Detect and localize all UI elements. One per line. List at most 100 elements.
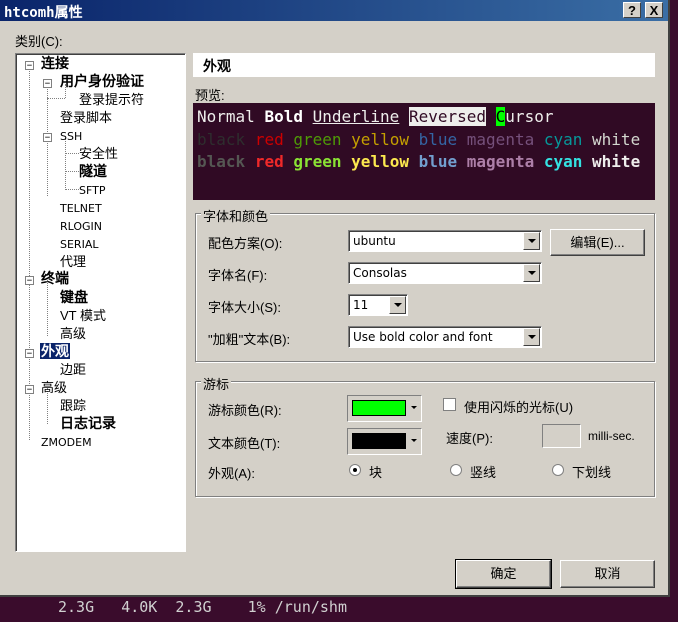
tree-item-proxy[interactable]: 代理 — [60, 253, 86, 270]
size-label: 字体大小(S): — [208, 300, 281, 315]
background-terminal-text: 2.3G 4.0K 2.3G 1% /run/shm — [58, 598, 347, 616]
tree-item-keyboard[interactable]: 键盘 — [60, 289, 88, 306]
chevron-down-icon[interactable] — [523, 328, 540, 346]
tree-line — [65, 171, 79, 172]
page-title: 外观 — [203, 58, 231, 74]
collapse-icon[interactable]: − — [43, 79, 52, 89]
tree-item-advanced[interactable]: 高级 — [41, 379, 67, 396]
category-tree[interactable]: − 连接 − 用户身份验证 登录提示符 登录脚本 − SSH 安全性 隧道 SF… — [15, 53, 186, 552]
tree-item-connection[interactable]: 连接 — [41, 55, 69, 72]
preview-color-green: green — [293, 130, 342, 149]
preview-line-bright-colors: black red green yellow blue magenta cyan… — [197, 152, 640, 171]
preview-color-yellow: yellow — [351, 130, 409, 149]
collapse-icon[interactable]: − — [25, 349, 34, 359]
preview-label: 预览: — [195, 88, 225, 103]
tree-line — [29, 66, 30, 440]
tree-item-auth[interactable]: 用户身份验证 — [60, 73, 144, 90]
preview-cursor-text: ursor — [505, 107, 554, 126]
scheme-value: ubuntu — [353, 234, 396, 248]
scheme-select[interactable]: ubuntu — [348, 230, 542, 252]
tree-line — [65, 189, 79, 190]
collapse-icon[interactable]: − — [25, 276, 34, 286]
tree-line — [47, 280, 48, 336]
text-color-picker[interactable] — [347, 428, 422, 455]
cursor-color-label: 游标颜色(R): — [208, 403, 282, 418]
category-label: 类别(C): — [15, 34, 63, 49]
preview-color-black: black — [197, 130, 246, 149]
cursor-color-swatch — [352, 400, 406, 416]
cursor-color-picker[interactable] — [347, 395, 422, 422]
tree-item-telnet[interactable]: TELNET — [60, 200, 102, 217]
font-value: Consolas — [353, 266, 407, 280]
shape-block-radio[interactable] — [349, 464, 361, 476]
preview-cursor-block: C — [495, 107, 506, 126]
chevron-down-icon[interactable] — [523, 232, 540, 250]
tree-item-ssh[interactable]: SSH — [60, 128, 82, 145]
tree-item-sftp[interactable]: SFTP — [79, 182, 105, 199]
tree-item-margins[interactable]: 边距 — [60, 361, 86, 378]
tree-item-trace[interactable]: 跟踪 — [60, 397, 86, 414]
help-button[interactable]: ? — [623, 2, 641, 18]
font-select[interactable]: Consolas — [348, 262, 542, 284]
chevron-down-icon[interactable] — [410, 433, 419, 449]
tree-item-tunnel[interactable]: 隧道 — [79, 163, 107, 180]
tree-item-rlogin[interactable]: RLOGIN — [60, 218, 102, 235]
cursor-legend: 游标 — [201, 374, 232, 393]
size-select[interactable]: 11 — [348, 294, 408, 316]
tree-item-security[interactable]: 安全性 — [79, 145, 118, 162]
preview-pane: Normal Bold Underline Reversed Cursor bl… — [193, 103, 655, 200]
collapse-icon[interactable]: − — [25, 385, 34, 395]
tree-line — [65, 153, 79, 154]
speed-label: 速度(P): — [446, 431, 493, 446]
preview-bright-magenta: magenta — [466, 152, 535, 171]
window-title: htcomh属性 — [4, 5, 83, 21]
chevron-down-icon[interactable] — [523, 264, 540, 282]
preview-color-blue: blue — [418, 130, 458, 149]
preview-line-normal-colors: black red green yellow blue magenta cyan… — [197, 130, 640, 149]
collapse-icon[interactable]: − — [43, 133, 52, 143]
chevron-down-icon[interactable] — [410, 400, 419, 416]
preview-color-white: white — [592, 130, 641, 149]
preview-bright-red: red — [254, 152, 284, 171]
bold-text-value: Use bold color and font — [353, 330, 493, 344]
close-button[interactable]: X — [645, 2, 663, 18]
speed-input[interactable] — [542, 424, 581, 448]
tree-item-terminal[interactable]: 终端 — [41, 270, 69, 287]
preview-bright-green: green — [293, 152, 342, 171]
chevron-down-icon[interactable] — [389, 296, 406, 314]
tree-line — [65, 138, 66, 190]
tree-item-serial[interactable]: SERIAL — [60, 236, 98, 253]
ok-button[interactable]: 确定 — [455, 559, 552, 589]
font-label: 字体名(F): — [208, 268, 268, 283]
scheme-label: 配色方案(O): — [208, 236, 283, 251]
shape-underline-label: 下划线 — [572, 465, 612, 480]
preview-color-red: red — [254, 130, 284, 149]
tree-item-zmodem[interactable]: ZMODEM — [41, 434, 92, 451]
preview-color-cyan: cyan — [543, 130, 583, 149]
collapse-icon[interactable]: − — [25, 61, 34, 71]
title-bar[interactable]: htcomh属性 ? X — [0, 0, 668, 21]
preview-bright-black: black — [197, 152, 246, 171]
blink-cursor-label: 使用闪烁的光标(U) — [464, 400, 574, 415]
preview-bright-yellow: yellow — [351, 152, 409, 171]
shape-underline-radio[interactable] — [552, 464, 564, 476]
tree-item-logging[interactable]: 日志记录 — [60, 415, 116, 432]
preview-normal: Normal — [197, 107, 255, 126]
blink-cursor-checkbox[interactable] — [443, 398, 456, 411]
shape-bar-radio[interactable] — [450, 464, 462, 476]
edit-scheme-button[interactable]: 编辑(E)... — [550, 229, 645, 256]
tree-line — [47, 98, 65, 99]
tree-item-login-prompt[interactable]: 登录提示符 — [79, 91, 144, 108]
preview-underline: Underline — [312, 107, 400, 126]
tree-item-terminal-advanced[interactable]: 高级 — [60, 325, 86, 342]
cancel-button[interactable]: 取消 — [560, 560, 655, 588]
tree-item-appearance[interactable]: 外观 — [40, 343, 70, 360]
bold-text-select[interactable]: Use bold color and font — [348, 326, 542, 348]
preview-bright-cyan: cyan — [543, 152, 583, 171]
speed-unit: milli-sec. — [588, 429, 635, 443]
bold-text-label: "加粗"文本(B): — [208, 332, 291, 347]
tree-item-vt-mode[interactable]: VT 模式 — [60, 307, 106, 324]
preview-bright-blue: blue — [418, 152, 458, 171]
text-color-swatch — [352, 433, 406, 449]
tree-item-login-script[interactable]: 登录脚本 — [60, 109, 112, 126]
